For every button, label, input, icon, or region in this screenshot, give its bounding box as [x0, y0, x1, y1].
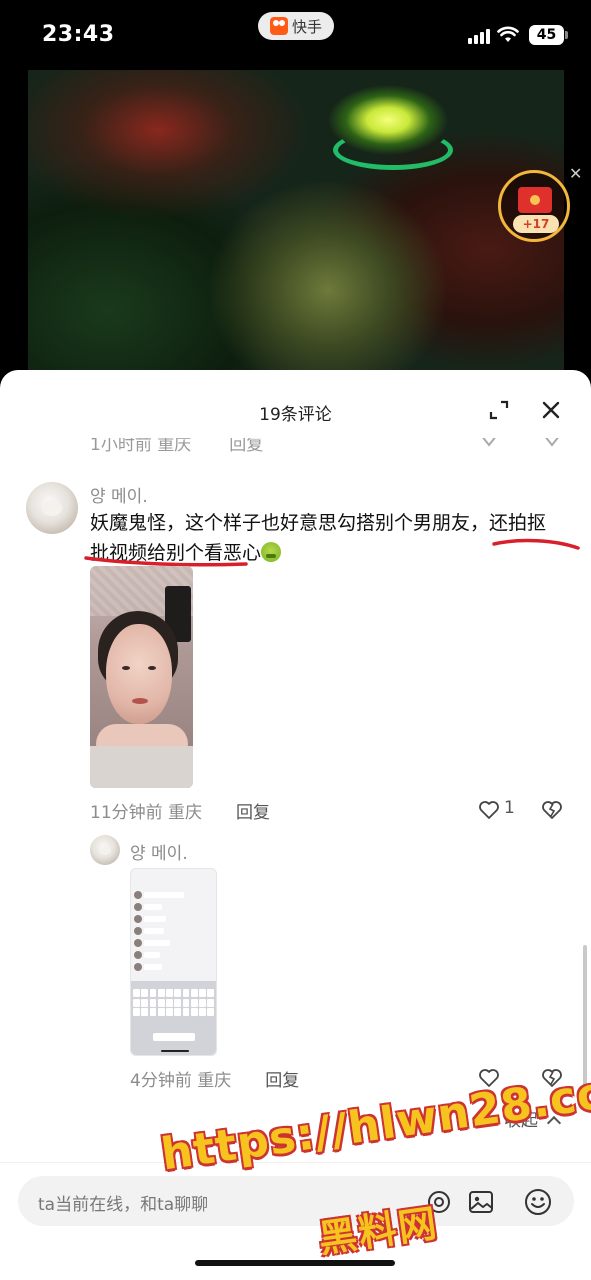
reply-meta: 4分钟前 重庆 回复 [130, 1066, 299, 1091]
comment-body: 妖魔鬼怪，这个样子也好意思勾搭别个男朋友，还拍抠批视频给别个看恶心 [90, 512, 547, 564]
previous-comment-time: 1小时前 重庆 [90, 435, 192, 455]
image-picker-icon[interactable] [467, 1188, 495, 1216]
red-envelope-icon [518, 187, 552, 213]
video-player[interactable] [28, 70, 564, 370]
nauseated-face-emoji-icon [261, 542, 282, 562]
comment-time-location: 11分钟前 重庆 [90, 803, 203, 823]
collapse-label: 收起 [504, 1111, 538, 1131]
reply-dislike-broken-heart-icon[interactable] [541, 1068, 563, 1088]
wifi-icon [497, 26, 519, 42]
collapse-replies-button[interactable]: 收起 [504, 1106, 562, 1131]
previous-dislike-icon[interactable] [541, 432, 563, 450]
status-bar: 23:43 快手 45 [0, 0, 591, 70]
mention-at-icon[interactable] [426, 1189, 452, 1215]
reply-time-location: 4分钟前 重庆 [130, 1071, 232, 1091]
reward-close-icon[interactable]: ✕ [569, 164, 582, 183]
comment-text: 妖魔鬼怪，这个样子也好意思勾搭别个男朋友，还拍抠批视频给别个看恶心 [90, 508, 560, 568]
comments-scrollbar[interactable] [583, 945, 587, 1110]
red-envelope-reward[interactable]: +17 [498, 170, 570, 242]
app-pill-label: 快手 [291, 17, 322, 36]
comments-sheet: 19条评论 1小时前 重庆 回复 양 메이. 妖魔鬼怪，这个样子也好意思勾搭别个男… [0, 370, 591, 1280]
input-divider [0, 1162, 591, 1163]
battery-indicator: 45 [529, 25, 568, 45]
kuaishou-app-pill[interactable]: 快手 [258, 12, 334, 40]
like-count: 1 [504, 798, 515, 818]
reward-badge: +17 [513, 215, 559, 233]
reply-screenshot-image[interactable] [130, 868, 217, 1056]
chevron-up-icon [547, 1115, 562, 1131]
previous-like-heart-icon[interactable] [478, 432, 500, 450]
reply-avatar[interactable] [90, 835, 120, 865]
comment-image[interactable] [90, 566, 193, 788]
cellular-signal-icon [468, 28, 490, 44]
like-heart-icon[interactable] [478, 800, 500, 820]
emoji-picker-icon[interactable] [523, 1187, 553, 1217]
home-indicator[interactable] [195, 1260, 395, 1266]
previous-comment-meta: 1小时前 重庆 回复 [90, 435, 263, 455]
previous-reply-button[interactable]: 回复 [229, 438, 263, 455]
comment-meta: 11分钟前 重庆 回复 [90, 798, 270, 823]
dislike-broken-heart-icon[interactable] [541, 800, 563, 820]
comment-input-placeholder[interactable]: ta当前在线，和ta聊聊 [38, 1190, 208, 1215]
reply-reply-button[interactable]: 回复 [265, 1071, 299, 1091]
comment-input-bar[interactable]: ta当前在线，和ta聊聊 [18, 1176, 574, 1226]
status-time: 23:43 [42, 22, 115, 47]
close-icon[interactable] [541, 400, 561, 420]
reply-like-heart-icon[interactable] [478, 1068, 500, 1088]
video-light-ring [333, 130, 453, 170]
kuaishou-logo-icon [269, 17, 288, 35]
reply-button[interactable]: 回复 [236, 803, 270, 823]
reply-username[interactable]: 양 메이. [130, 839, 188, 864]
commenter-username[interactable]: 양 메이. [90, 482, 148, 507]
commenter-avatar[interactable] [26, 482, 78, 534]
expand-icon[interactable] [489, 400, 509, 420]
